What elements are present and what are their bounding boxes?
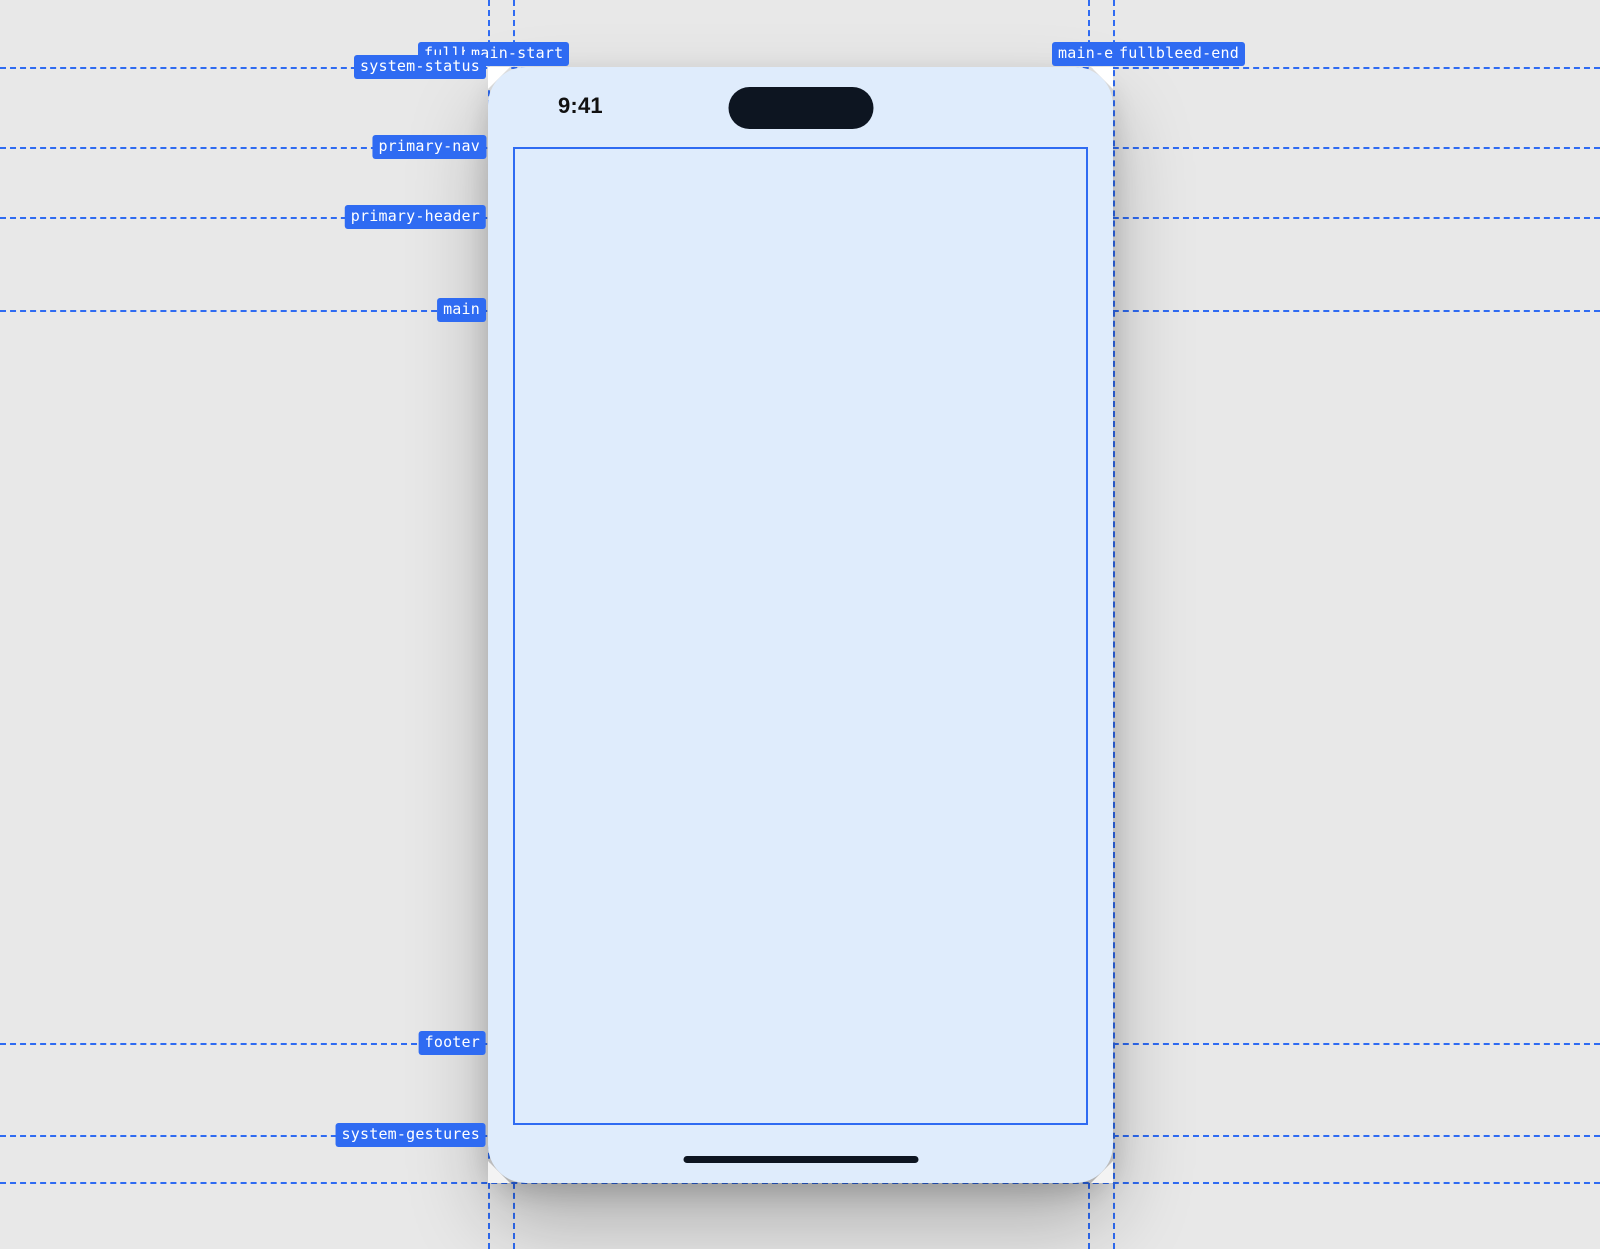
label-system-status: system-status <box>354 55 486 79</box>
guide-fullbleed-end-line <box>1113 0 1115 1249</box>
label-fullbleed-end: fullbleed-end <box>1113 42 1245 66</box>
label-footer: footer <box>419 1031 486 1055</box>
dynamic-island <box>728 87 873 129</box>
label-primary-header: primary-header <box>345 205 486 229</box>
label-primary-nav: primary-nav <box>372 135 486 159</box>
home-indicator <box>683 1156 918 1163</box>
status-bar-time: 9:41 <box>558 93 603 119</box>
safe-area-box <box>513 147 1088 1125</box>
device-frame: 9:41 <box>488 67 1113 1183</box>
label-main: main <box>437 298 486 322</box>
label-system-gestures: system-gestures <box>336 1123 486 1147</box>
